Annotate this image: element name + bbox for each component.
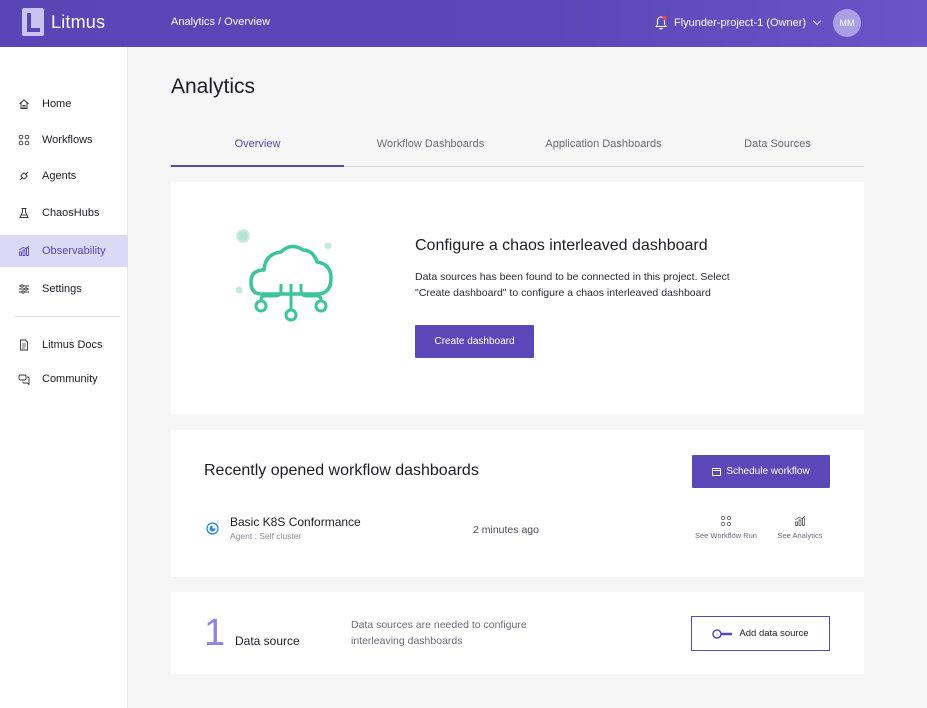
breadcrumb: Analytics / Overview	[171, 16, 271, 28]
key-icon	[712, 628, 733, 639]
chaoshubs-icon	[19, 208, 29, 218]
see-analytics-label: See Analytics	[777, 531, 823, 540]
schedule-workflow-button[interactable]: Schedule workflow	[692, 455, 830, 488]
sidebar-item-label: Observability	[42, 245, 106, 257]
configure-description: Data sources has been found to be connec…	[415, 271, 730, 299]
sidebar-item-litmus-docs[interactable]: Litmus Docs	[0, 329, 128, 361]
configure-dashboard-card: Configure a chaos interleaved dashboard …	[171, 182, 864, 414]
recent-dashboards-card: Recently opened workflow dashboards Sche…	[171, 430, 864, 577]
sidebar-item-label: Agents	[42, 170, 77, 182]
create-dashboard-button[interactable]: Create dashboard	[415, 325, 534, 358]
sidebar-item-community[interactable]: Community	[0, 363, 128, 395]
page-title: Analytics	[171, 75, 256, 98]
data-source-description: Data sources are needed to configure int…	[351, 619, 527, 647]
agents-icon	[19, 171, 29, 181]
data-source-count: 1	[204, 612, 226, 654]
sidebar-item-settings[interactable]: Settings	[0, 273, 128, 305]
sidebar-item-chaoshubs[interactable]: ChaosHubs	[0, 197, 128, 229]
sidebar-divider	[14, 316, 120, 317]
schedule-workflow-label: Schedule workflow	[726, 466, 810, 477]
project-name: Flyunder-project-1 (Owner)	[674, 17, 807, 29]
chevron-down-icon	[812, 16, 822, 26]
home-icon	[19, 99, 29, 109]
sidebar-item-home[interactable]: Home	[0, 88, 128, 120]
sidebar-item-label: Community	[42, 373, 98, 385]
analytics-tabs: Overview Workflow Dashboards Application…	[171, 122, 864, 167]
tab-application-dashboards[interactable]: Application Dashboards	[517, 122, 690, 166]
tab-overview[interactable]: Overview	[171, 122, 344, 167]
workflow-agent: Agent : Self cluster	[230, 531, 302, 541]
sidebar-item-label: Workflows	[42, 134, 93, 146]
see-analytics-button[interactable]: See Analytics	[765, 515, 835, 540]
add-data-source-label: Add data source	[739, 628, 809, 639]
sidebar-item-label: ChaosHubs	[42, 207, 100, 219]
community-icon	[18, 374, 30, 385]
sidebar-item-agents[interactable]: Agents	[0, 160, 128, 192]
sidebar: Home Workflows Agents ChaosHubs Observab…	[0, 47, 128, 708]
data-source-card: 1 Data source Data sources are needed to…	[171, 592, 864, 674]
workflow-run-icon	[720, 515, 732, 527]
configure-title: Configure a chaos interleaved dashboard	[415, 237, 708, 254]
add-data-source-button[interactable]: Add data source	[691, 616, 830, 651]
workflow-name[interactable]: Basic K8S Conformance	[230, 515, 361, 529]
sidebar-item-workflows[interactable]: Workflows	[0, 124, 128, 156]
sidebar-item-observability[interactable]: Observability	[0, 235, 128, 267]
sidebar-item-label: Home	[42, 98, 72, 110]
logo-text: Litmus	[51, 11, 106, 32]
docs-icon	[20, 339, 28, 351]
data-source-label: Data source	[235, 634, 300, 648]
litmus-logo-icon	[22, 8, 44, 36]
workflow-status-icon	[206, 522, 219, 535]
project-selector[interactable]: Flyunder-project-1 (Owner)	[674, 16, 822, 29]
sidebar-item-label: Litmus Docs	[42, 339, 103, 351]
workflow-time: 2 minutes ago	[473, 524, 539, 536]
workflows-icon	[18, 134, 30, 146]
cloud-network-icon	[235, 229, 333, 322]
sidebar-item-label: Settings	[42, 283, 82, 295]
top-bar: Litmus Analytics / Overview Flyunder-pro…	[0, 0, 927, 47]
tab-workflow-dashboards[interactable]: Workflow Dashboards	[344, 122, 517, 166]
see-workflow-run-label: See Workflow Run	[695, 531, 757, 540]
settings-icon	[19, 284, 29, 294]
tab-data-sources[interactable]: Data Sources	[691, 122, 864, 166]
notification-bell-icon[interactable]	[654, 15, 668, 31]
observability-icon	[18, 245, 30, 256]
see-workflow-run-button[interactable]: See Workflow Run	[691, 515, 761, 540]
avatar[interactable]: MM	[833, 9, 861, 37]
analytics-icon	[794, 515, 806, 526]
recent-dashboards-title: Recently opened workflow dashboards	[204, 462, 479, 479]
calendar-icon	[712, 467, 722, 476]
litmus-logo[interactable]: Litmus	[22, 8, 105, 36]
